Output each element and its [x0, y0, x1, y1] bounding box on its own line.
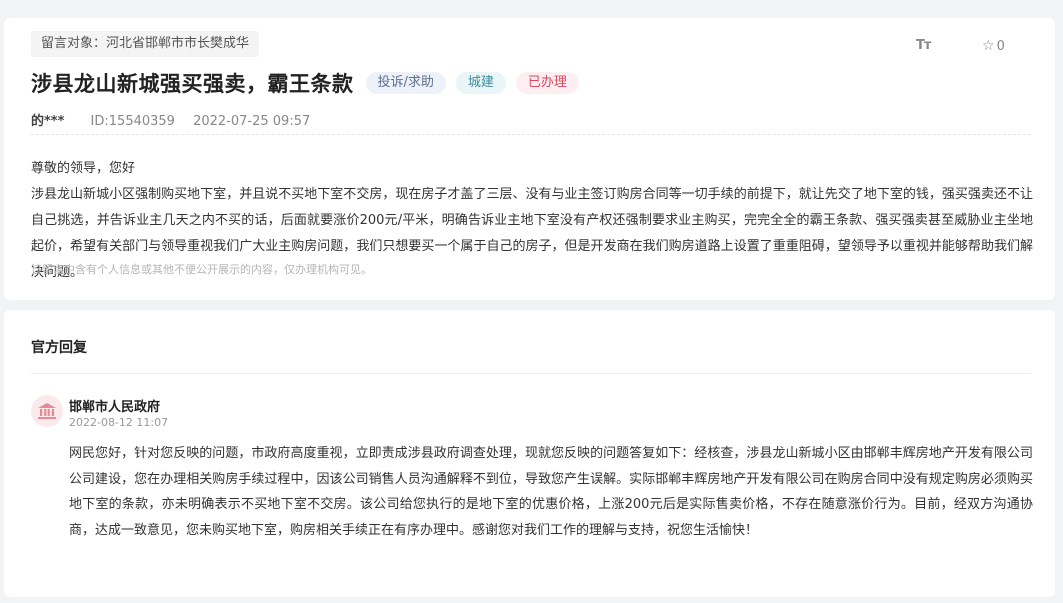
- font-size-icon: Tт: [916, 38, 931, 53]
- author-name: 的***: [31, 114, 65, 129]
- government-building-icon: [31, 395, 63, 427]
- reply-section-title: 官方回复: [31, 340, 87, 356]
- star-icon: ☆: [982, 38, 995, 54]
- privacy-note: 该留言中含有个人信息或其他不便公开展示的内容，仅办理机构可见。: [31, 263, 372, 276]
- message-datetime: 2022-07-25 09:57: [193, 114, 311, 129]
- official-reply-card: 官方回复 邯郸市人民政府 2022-08-12 11:07 网民您好，针对您反映…: [4, 310, 1055, 597]
- reply-content: 网民您好，针对您反映的问题，市政府高度重视，立即责成涉县政府调查处理，现就您反映…: [69, 446, 1033, 538]
- reply-department: 邯郸市人民政府: [69, 400, 161, 415]
- reply-datetime: 2022-08-12 11:07: [69, 416, 169, 429]
- divider: [31, 134, 1031, 135]
- divider: [31, 373, 1031, 374]
- message-target-tag: 留言对象：河北省邯郸市市长樊成华: [31, 31, 260, 57]
- message-title: 涉县龙山新城强买强卖，霸王条款: [31, 72, 354, 96]
- category-tag: 投诉/求助: [365, 72, 446, 94]
- favorite-count: 0: [996, 39, 1005, 54]
- message-id: ID:15540359: [90, 114, 175, 129]
- message-greeting: 尊敬的领导，您好: [31, 161, 136, 176]
- message-meta: 的*** ID:15540359 2022-07-25 09:57: [31, 110, 310, 129]
- favorite-button[interactable]: ☆ 0: [982, 38, 1005, 54]
- font-size-button[interactable]: Tт: [916, 38, 931, 53]
- title-row: 涉县龙山新城强买强卖，霸王条款 投诉/求助 城建 已办理: [31, 68, 579, 98]
- message-card: 留言对象：河北省邯郸市市长樊成华 Tт ☆ 0 涉县龙山新城强买强卖，霸王条款 投…: [4, 18, 1055, 300]
- department-tag: 城建: [455, 72, 506, 94]
- status-badge: 已办理: [515, 72, 579, 94]
